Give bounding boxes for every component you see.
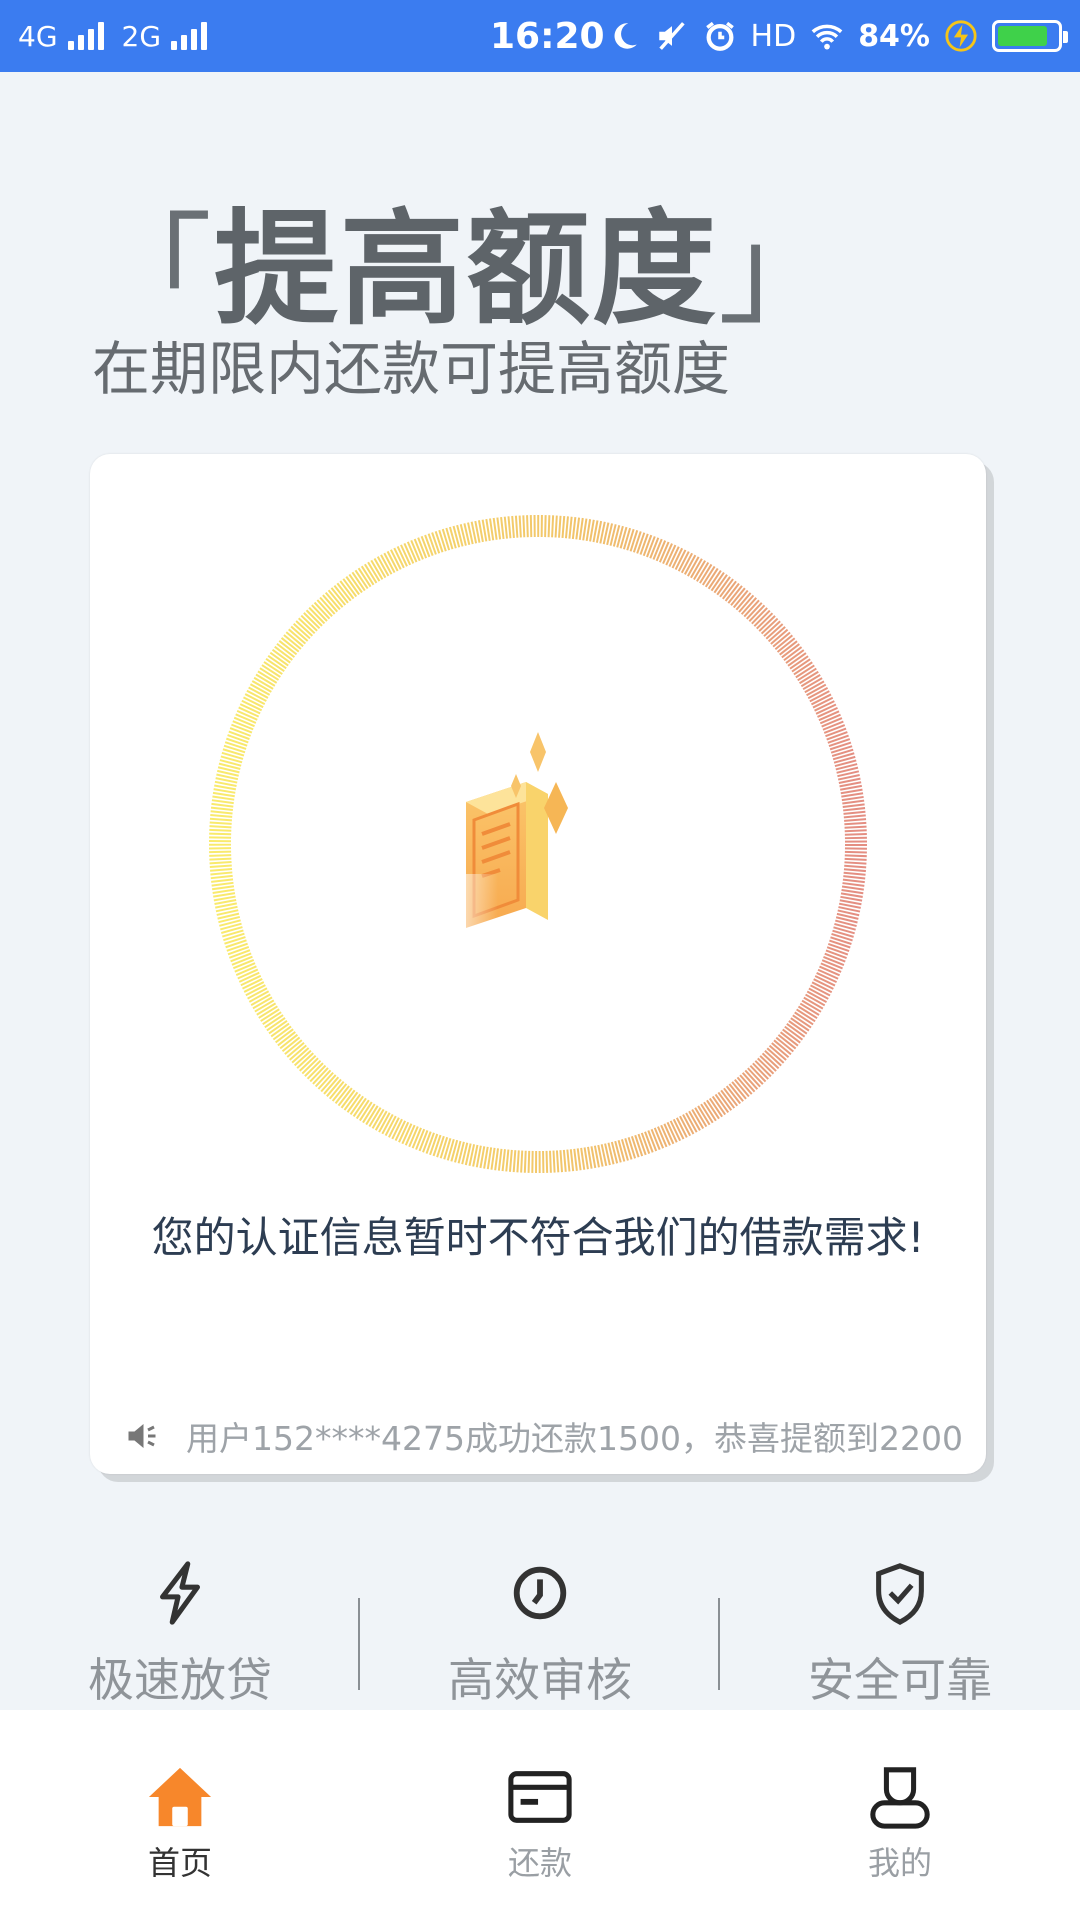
hd-indicator: HD bbox=[750, 18, 797, 54]
clock: 16:20 bbox=[490, 15, 605, 57]
wifi-icon bbox=[811, 24, 843, 50]
battery-percent: 84% bbox=[858, 18, 930, 54]
notice-text: 用户152****4275成功还款1500，恭喜提额到2200 bbox=[186, 1419, 963, 1458]
mute-icon bbox=[658, 22, 685, 50]
notice-bar: 用户152****4275成功还款1500，恭喜提额到2200 bbox=[124, 1412, 963, 1460]
document-icon bbox=[438, 732, 568, 934]
nav-label: 还款 bbox=[507, 1844, 572, 1882]
feature-label: 高效审核 bbox=[448, 1653, 632, 1707]
feature-label: 安全可靠 bbox=[808, 1653, 992, 1707]
feature-divider bbox=[358, 1598, 360, 1690]
charging-icon bbox=[945, 20, 977, 52]
status-message: 您的认证信息暂时不符合我们的借款需求! bbox=[151, 1213, 925, 1262]
lightning-icon bbox=[160, 1561, 200, 1625]
speaker-icon bbox=[128, 1424, 156, 1448]
page-subtitle: 在期限内还款可提高额度 bbox=[92, 335, 731, 403]
signal-icon bbox=[67, 22, 104, 50]
title-bracket-open: 「 bbox=[92, 202, 214, 341]
nav-label: 我的 bbox=[867, 1844, 932, 1882]
battery-icon bbox=[992, 20, 1068, 52]
home-icon bbox=[148, 1767, 212, 1827]
feature-security: 安全可靠 bbox=[720, 1560, 1080, 1710]
feature-fast-loan: 极速放贷 bbox=[0, 1560, 360, 1710]
network-type-2: 2G bbox=[121, 19, 162, 53]
feature-label: 极速放贷 bbox=[88, 1653, 272, 1707]
alarm-icon bbox=[705, 21, 734, 51]
nav-repay[interactable]: 还款 bbox=[360, 1710, 720, 1920]
status-bar: 4G 2G 16:20 HD 84% bbox=[0, 0, 1080, 72]
title-text: 提高额度 bbox=[214, 198, 719, 342]
nav-home[interactable]: 首页 bbox=[0, 1710, 360, 1920]
bottom-nav: 首页 还款 我的 bbox=[0, 1710, 1080, 1920]
shield-check-icon bbox=[876, 1563, 924, 1625]
user-icon bbox=[870, 1767, 930, 1829]
moon-icon bbox=[614, 23, 637, 49]
nav-label: 首页 bbox=[147, 1844, 212, 1882]
signal-icon bbox=[171, 22, 208, 50]
feature-row: 极速放贷 高效审核 安全可靠 bbox=[0, 1560, 1080, 1710]
title-bracket-close: 」 bbox=[718, 202, 841, 341]
feature-fast-review: 高效审核 bbox=[360, 1560, 720, 1710]
card-icon bbox=[508, 1771, 572, 1823]
clock-icon bbox=[513, 1566, 567, 1620]
network-type-1: 4G bbox=[18, 19, 58, 53]
nav-mine[interactable]: 我的 bbox=[720, 1710, 1080, 1920]
feature-divider bbox=[718, 1598, 720, 1690]
page-title: 「提高额度」 bbox=[92, 168, 840, 348]
status-card: 您的认证信息暂时不符合我们的借款需求! 用户152****4275成功还款150… bbox=[90, 454, 986, 1474]
